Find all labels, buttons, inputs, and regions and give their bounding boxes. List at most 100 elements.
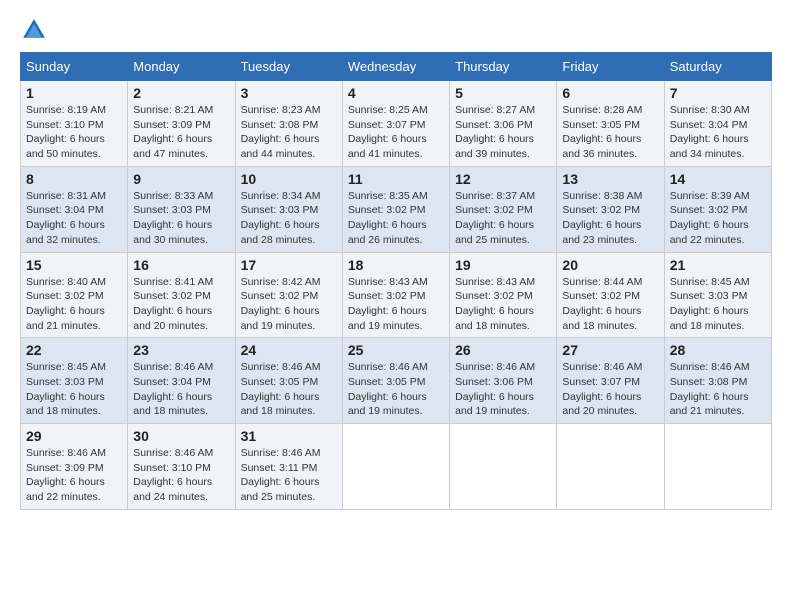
calendar-day-cell: 3 Sunrise: 8:23 AM Sunset: 3:08 PM Dayli…	[235, 81, 342, 167]
day-of-week-header: Sunday	[21, 53, 128, 81]
day-info: Sunrise: 8:45 AM Sunset: 3:03 PM Dayligh…	[26, 360, 122, 419]
calendar-day-cell: 16 Sunrise: 8:41 AM Sunset: 3:02 PM Dayl…	[128, 252, 235, 338]
calendar-day-cell: 25 Sunrise: 8:46 AM Sunset: 3:05 PM Dayl…	[342, 338, 449, 424]
calendar-day-cell: 5 Sunrise: 8:27 AM Sunset: 3:06 PM Dayli…	[450, 81, 557, 167]
calendar-day-cell: 1 Sunrise: 8:19 AM Sunset: 3:10 PM Dayli…	[21, 81, 128, 167]
calendar-day-cell: 8 Sunrise: 8:31 AM Sunset: 3:04 PM Dayli…	[21, 166, 128, 252]
day-number: 23	[133, 342, 229, 358]
day-number: 7	[670, 85, 766, 101]
day-info: Sunrise: 8:46 AM Sunset: 3:06 PM Dayligh…	[455, 360, 551, 419]
calendar-day-cell: 6 Sunrise: 8:28 AM Sunset: 3:05 PM Dayli…	[557, 81, 664, 167]
day-number: 30	[133, 428, 229, 444]
calendar-day-cell: 31 Sunrise: 8:46 AM Sunset: 3:11 PM Dayl…	[235, 424, 342, 510]
calendar-day-cell	[450, 424, 557, 510]
day-info: Sunrise: 8:46 AM Sunset: 3:05 PM Dayligh…	[241, 360, 337, 419]
day-of-week-header: Monday	[128, 53, 235, 81]
day-info: Sunrise: 8:43 AM Sunset: 3:02 PM Dayligh…	[455, 275, 551, 334]
day-number: 24	[241, 342, 337, 358]
day-info: Sunrise: 8:46 AM Sunset: 3:09 PM Dayligh…	[26, 446, 122, 505]
day-number: 18	[348, 257, 444, 273]
day-of-week-header: Wednesday	[342, 53, 449, 81]
day-number: 10	[241, 171, 337, 187]
calendar-day-cell: 7 Sunrise: 8:30 AM Sunset: 3:04 PM Dayli…	[664, 81, 771, 167]
calendar-day-cell: 30 Sunrise: 8:46 AM Sunset: 3:10 PM Dayl…	[128, 424, 235, 510]
header	[20, 16, 772, 44]
day-number: 8	[26, 171, 122, 187]
calendar-day-cell: 9 Sunrise: 8:33 AM Sunset: 3:03 PM Dayli…	[128, 166, 235, 252]
day-info: Sunrise: 8:43 AM Sunset: 3:02 PM Dayligh…	[348, 275, 444, 334]
calendar-day-cell: 29 Sunrise: 8:46 AM Sunset: 3:09 PM Dayl…	[21, 424, 128, 510]
day-info: Sunrise: 8:37 AM Sunset: 3:02 PM Dayligh…	[455, 189, 551, 248]
calendar-week-row: 22 Sunrise: 8:45 AM Sunset: 3:03 PM Dayl…	[21, 338, 772, 424]
day-info: Sunrise: 8:46 AM Sunset: 3:05 PM Dayligh…	[348, 360, 444, 419]
day-number: 22	[26, 342, 122, 358]
calendar-day-cell: 15 Sunrise: 8:40 AM Sunset: 3:02 PM Dayl…	[21, 252, 128, 338]
day-number: 5	[455, 85, 551, 101]
calendar-day-cell: 18 Sunrise: 8:43 AM Sunset: 3:02 PM Dayl…	[342, 252, 449, 338]
calendar-day-cell: 19 Sunrise: 8:43 AM Sunset: 3:02 PM Dayl…	[450, 252, 557, 338]
day-info: Sunrise: 8:33 AM Sunset: 3:03 PM Dayligh…	[133, 189, 229, 248]
day-info: Sunrise: 8:38 AM Sunset: 3:02 PM Dayligh…	[562, 189, 658, 248]
day-info: Sunrise: 8:39 AM Sunset: 3:02 PM Dayligh…	[670, 189, 766, 248]
calendar-week-row: 8 Sunrise: 8:31 AM Sunset: 3:04 PM Dayli…	[21, 166, 772, 252]
calendar-day-cell: 22 Sunrise: 8:45 AM Sunset: 3:03 PM Dayl…	[21, 338, 128, 424]
calendar-day-cell	[557, 424, 664, 510]
calendar-day-cell: 28 Sunrise: 8:46 AM Sunset: 3:08 PM Dayl…	[664, 338, 771, 424]
day-info: Sunrise: 8:21 AM Sunset: 3:09 PM Dayligh…	[133, 103, 229, 162]
calendar-day-cell: 10 Sunrise: 8:34 AM Sunset: 3:03 PM Dayl…	[235, 166, 342, 252]
calendar-day-cell: 20 Sunrise: 8:44 AM Sunset: 3:02 PM Dayl…	[557, 252, 664, 338]
day-number: 31	[241, 428, 337, 444]
calendar-day-cell: 27 Sunrise: 8:46 AM Sunset: 3:07 PM Dayl…	[557, 338, 664, 424]
day-info: Sunrise: 8:46 AM Sunset: 3:10 PM Dayligh…	[133, 446, 229, 505]
day-number: 27	[562, 342, 658, 358]
day-info: Sunrise: 8:23 AM Sunset: 3:08 PM Dayligh…	[241, 103, 337, 162]
day-number: 12	[455, 171, 551, 187]
calendar-day-cell: 13 Sunrise: 8:38 AM Sunset: 3:02 PM Dayl…	[557, 166, 664, 252]
day-info: Sunrise: 8:19 AM Sunset: 3:10 PM Dayligh…	[26, 103, 122, 162]
calendar-day-cell: 21 Sunrise: 8:45 AM Sunset: 3:03 PM Dayl…	[664, 252, 771, 338]
day-number: 13	[562, 171, 658, 187]
day-info: Sunrise: 8:25 AM Sunset: 3:07 PM Dayligh…	[348, 103, 444, 162]
calendar-day-cell: 17 Sunrise: 8:42 AM Sunset: 3:02 PM Dayl…	[235, 252, 342, 338]
day-info: Sunrise: 8:46 AM Sunset: 3:11 PM Dayligh…	[241, 446, 337, 505]
calendar-day-cell: 24 Sunrise: 8:46 AM Sunset: 3:05 PM Dayl…	[235, 338, 342, 424]
day-number: 2	[133, 85, 229, 101]
day-info: Sunrise: 8:45 AM Sunset: 3:03 PM Dayligh…	[670, 275, 766, 334]
day-info: Sunrise: 8:41 AM Sunset: 3:02 PM Dayligh…	[133, 275, 229, 334]
day-number: 3	[241, 85, 337, 101]
day-number: 25	[348, 342, 444, 358]
calendar-day-cell: 11 Sunrise: 8:35 AM Sunset: 3:02 PM Dayl…	[342, 166, 449, 252]
day-info: Sunrise: 8:28 AM Sunset: 3:05 PM Dayligh…	[562, 103, 658, 162]
day-info: Sunrise: 8:40 AM Sunset: 3:02 PM Dayligh…	[26, 275, 122, 334]
day-info: Sunrise: 8:44 AM Sunset: 3:02 PM Dayligh…	[562, 275, 658, 334]
day-info: Sunrise: 8:46 AM Sunset: 3:07 PM Dayligh…	[562, 360, 658, 419]
calendar-day-cell: 23 Sunrise: 8:46 AM Sunset: 3:04 PM Dayl…	[128, 338, 235, 424]
calendar-week-row: 29 Sunrise: 8:46 AM Sunset: 3:09 PM Dayl…	[21, 424, 772, 510]
day-number: 17	[241, 257, 337, 273]
logo-icon	[20, 16, 48, 44]
calendar-day-cell	[342, 424, 449, 510]
calendar-day-cell: 2 Sunrise: 8:21 AM Sunset: 3:09 PM Dayli…	[128, 81, 235, 167]
calendar-header-row: SundayMondayTuesdayWednesdayThursdayFrid…	[21, 53, 772, 81]
day-number: 29	[26, 428, 122, 444]
day-number: 9	[133, 171, 229, 187]
day-number: 20	[562, 257, 658, 273]
day-number: 6	[562, 85, 658, 101]
day-number: 21	[670, 257, 766, 273]
day-info: Sunrise: 8:31 AM Sunset: 3:04 PM Dayligh…	[26, 189, 122, 248]
day-info: Sunrise: 8:46 AM Sunset: 3:04 PM Dayligh…	[133, 360, 229, 419]
day-number: 28	[670, 342, 766, 358]
day-info: Sunrise: 8:27 AM Sunset: 3:06 PM Dayligh…	[455, 103, 551, 162]
calendar-week-row: 15 Sunrise: 8:40 AM Sunset: 3:02 PM Dayl…	[21, 252, 772, 338]
day-number: 15	[26, 257, 122, 273]
day-info: Sunrise: 8:34 AM Sunset: 3:03 PM Dayligh…	[241, 189, 337, 248]
logo	[20, 16, 52, 44]
day-number: 16	[133, 257, 229, 273]
day-of-week-header: Saturday	[664, 53, 771, 81]
calendar-day-cell: 14 Sunrise: 8:39 AM Sunset: 3:02 PM Dayl…	[664, 166, 771, 252]
day-number: 19	[455, 257, 551, 273]
calendar-day-cell: 26 Sunrise: 8:46 AM Sunset: 3:06 PM Dayl…	[450, 338, 557, 424]
day-info: Sunrise: 8:30 AM Sunset: 3:04 PM Dayligh…	[670, 103, 766, 162]
day-number: 1	[26, 85, 122, 101]
day-of-week-header: Friday	[557, 53, 664, 81]
